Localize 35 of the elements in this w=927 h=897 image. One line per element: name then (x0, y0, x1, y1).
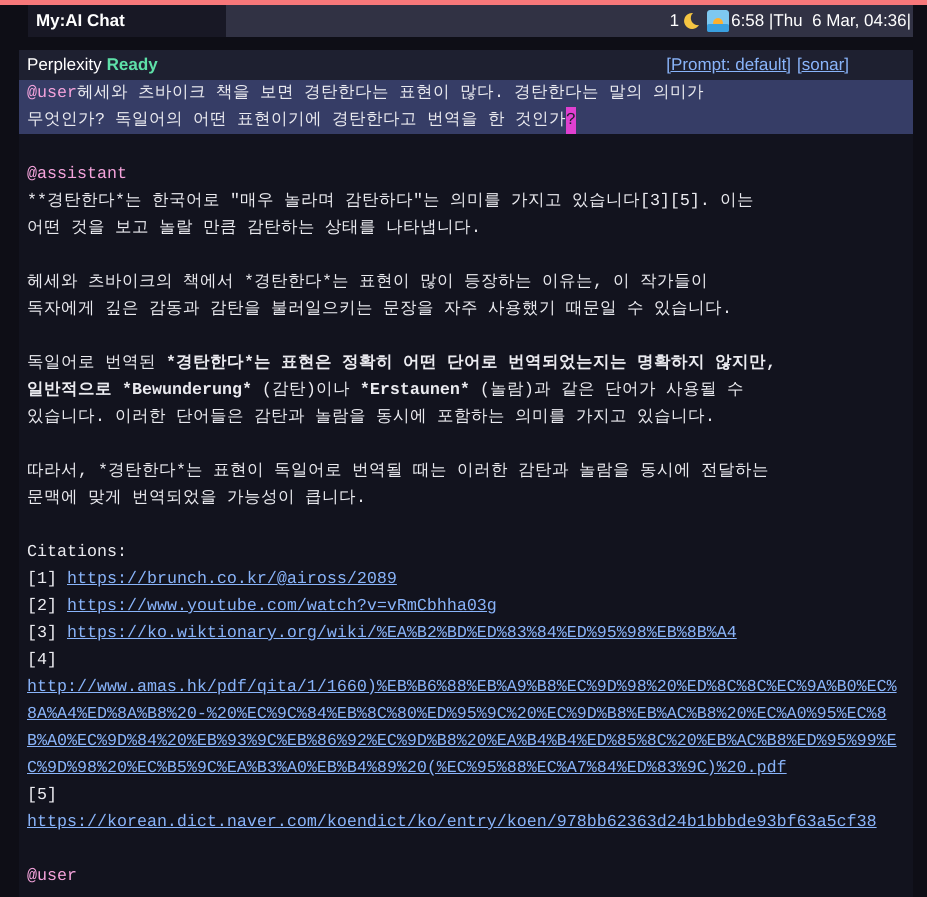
message-line: 독일어로 번역된 *경탄한다*는 표현은 정확히 어떤 단어로 번역되었는지는 명확하지 않지만, (27, 353, 776, 375)
citation-link[interactable]: https://ko.wiktionary.org/wiki/%EA%B2%BD%ED%83%84%ED%95%98%EB%8B%A4 (67, 620, 737, 647)
speaker-label: @user (27, 867, 77, 886)
message-line: 어떤 것을 보고 놀랄 만큼 감탄하는 상태를 나타냅니다. (27, 218, 481, 240)
message-line: 있습니다. 이러한 단어들은 감탄과 놀람을 동시에 포함하는 의미를 가지고 있습니다. (27, 407, 715, 429)
citation-number: [1] (27, 569, 57, 591)
provider-name: Perplexity (27, 54, 102, 76)
citation-number: [3] (27, 623, 57, 645)
message-line: 문맥에 맞게 번역되었을 가능성이 큽니다. (27, 488, 366, 510)
message-line: 따라서, *경탄한다*는 표현이 독일어로 번역될 때는 이러한 감탄과 놀람을 동시에 전달하는 (27, 461, 769, 483)
citations-heading: Citations: (27, 542, 127, 564)
message-text: 무엇인가? 독일어의 어떤 표현이기에 경탄한다고 번역을 한 것인가 (27, 110, 566, 132)
sunrise-icon (707, 10, 730, 32)
message-line: 일반적으로 *Bewunderung* (감탄)이나 *Erstaunen* (놀람)과 같은 단어가 사용될 수 (27, 380, 744, 402)
speaker-label: @assistant (27, 164, 127, 186)
citation-link[interactable]: https://brunch.co.kr/@aiross/2089 (67, 566, 397, 593)
status-label: Ready (106, 54, 158, 76)
citation-number: [2] (27, 596, 57, 618)
citation-link[interactable]: https://korean.dict.naver.com/koendict/ko/entry/koen/978bb62363d24b1bbbde93bf63a5cf38 (27, 809, 901, 836)
status-count: 1 (670, 10, 680, 32)
text-cursor: ? (566, 107, 576, 134)
app-title: My:AI Chat (36, 10, 125, 32)
clock-text: 6:58 |Thu 6 Mar, 04:36| (731, 10, 911, 32)
citation-number: [5] (27, 786, 57, 805)
citation-link[interactable]: http://www.amas.hk/pdf/qita/1/1660)%EB%B6%88%EB%A9%B8%EC%9D%98%20%ED%8C%8C%EC%9A%B0%EC%8A%A4%ED%8A%B8%20-%20%EC%9C%84%EB%8C%80%ED%95%9C%20%EC%9D%B8%EB%AC%B8%20%EC%A0%95%EC%8B%A0%EC%9D%84%20%EB%93%9C%EB%86%92%EC%9D%B8%20%EA%B4%B4%ED%85%8C%20%EB%AC%B8%ED%95%99%EC%9D%98%20%EC%B5%9C%EA%B3%A0%EB%B4%89%20(%EC%95%88%EC%A7%84%ED%83%9C)%20.pdf (27, 674, 901, 782)
message-text: 헤세와 츠바이크 책을 보면 경탄한다는 표현이 많다. 경탄한다는 말의 의미가 (76, 83, 704, 105)
message-line: 헤세와 츠바이크의 책에서 *경탄한다*는 표현이 많이 등장하는 이유는, 이 작가들이 (27, 272, 708, 294)
header-link[interactable]: [Prompt: default] (666, 52, 792, 78)
speaker-label: @user (27, 83, 77, 105)
moon-icon (681, 11, 702, 31)
header-link[interactable]: [sonar] (797, 52, 849, 78)
message-line: **경탄한다*는 한국어로 "매우 놀라며 감탄하다"는 의미를 가지고 있습니다[3][5]. 이는 (27, 191, 754, 213)
message-line: 독자에게 깊은 감동과 감탄을 불러일으키는 문장을 자주 사용했기 때문일 수 있습니다. (27, 299, 732, 321)
citation-number: [4] (27, 651, 57, 670)
citation-link[interactable]: https://www.youtube.com/watch?v=vRmCbhha03g (67, 593, 497, 620)
